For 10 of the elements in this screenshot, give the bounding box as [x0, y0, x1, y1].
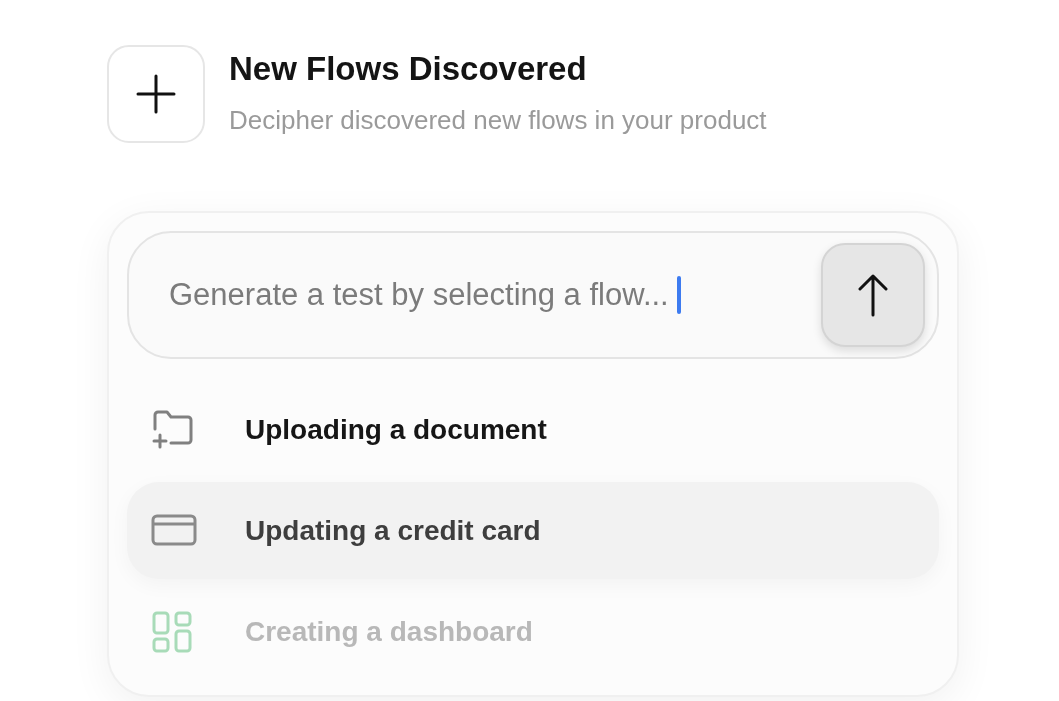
prompt-field[interactable]: Generate a test by selecting a flow... [169, 271, 677, 319]
subtitle: Decipher discovered new flows in your product [229, 104, 767, 136]
arrow-up-icon [858, 273, 888, 317]
add-button[interactable] [107, 45, 205, 143]
send-button[interactable] [821, 243, 925, 347]
flow-item[interactable]: Uploading a document [127, 381, 939, 478]
flow-item[interactable]: Updating a credit card [127, 482, 939, 579]
title: New Flows Discovered [229, 49, 588, 89]
plus-icon [136, 74, 176, 114]
text-cursor [677, 276, 681, 314]
